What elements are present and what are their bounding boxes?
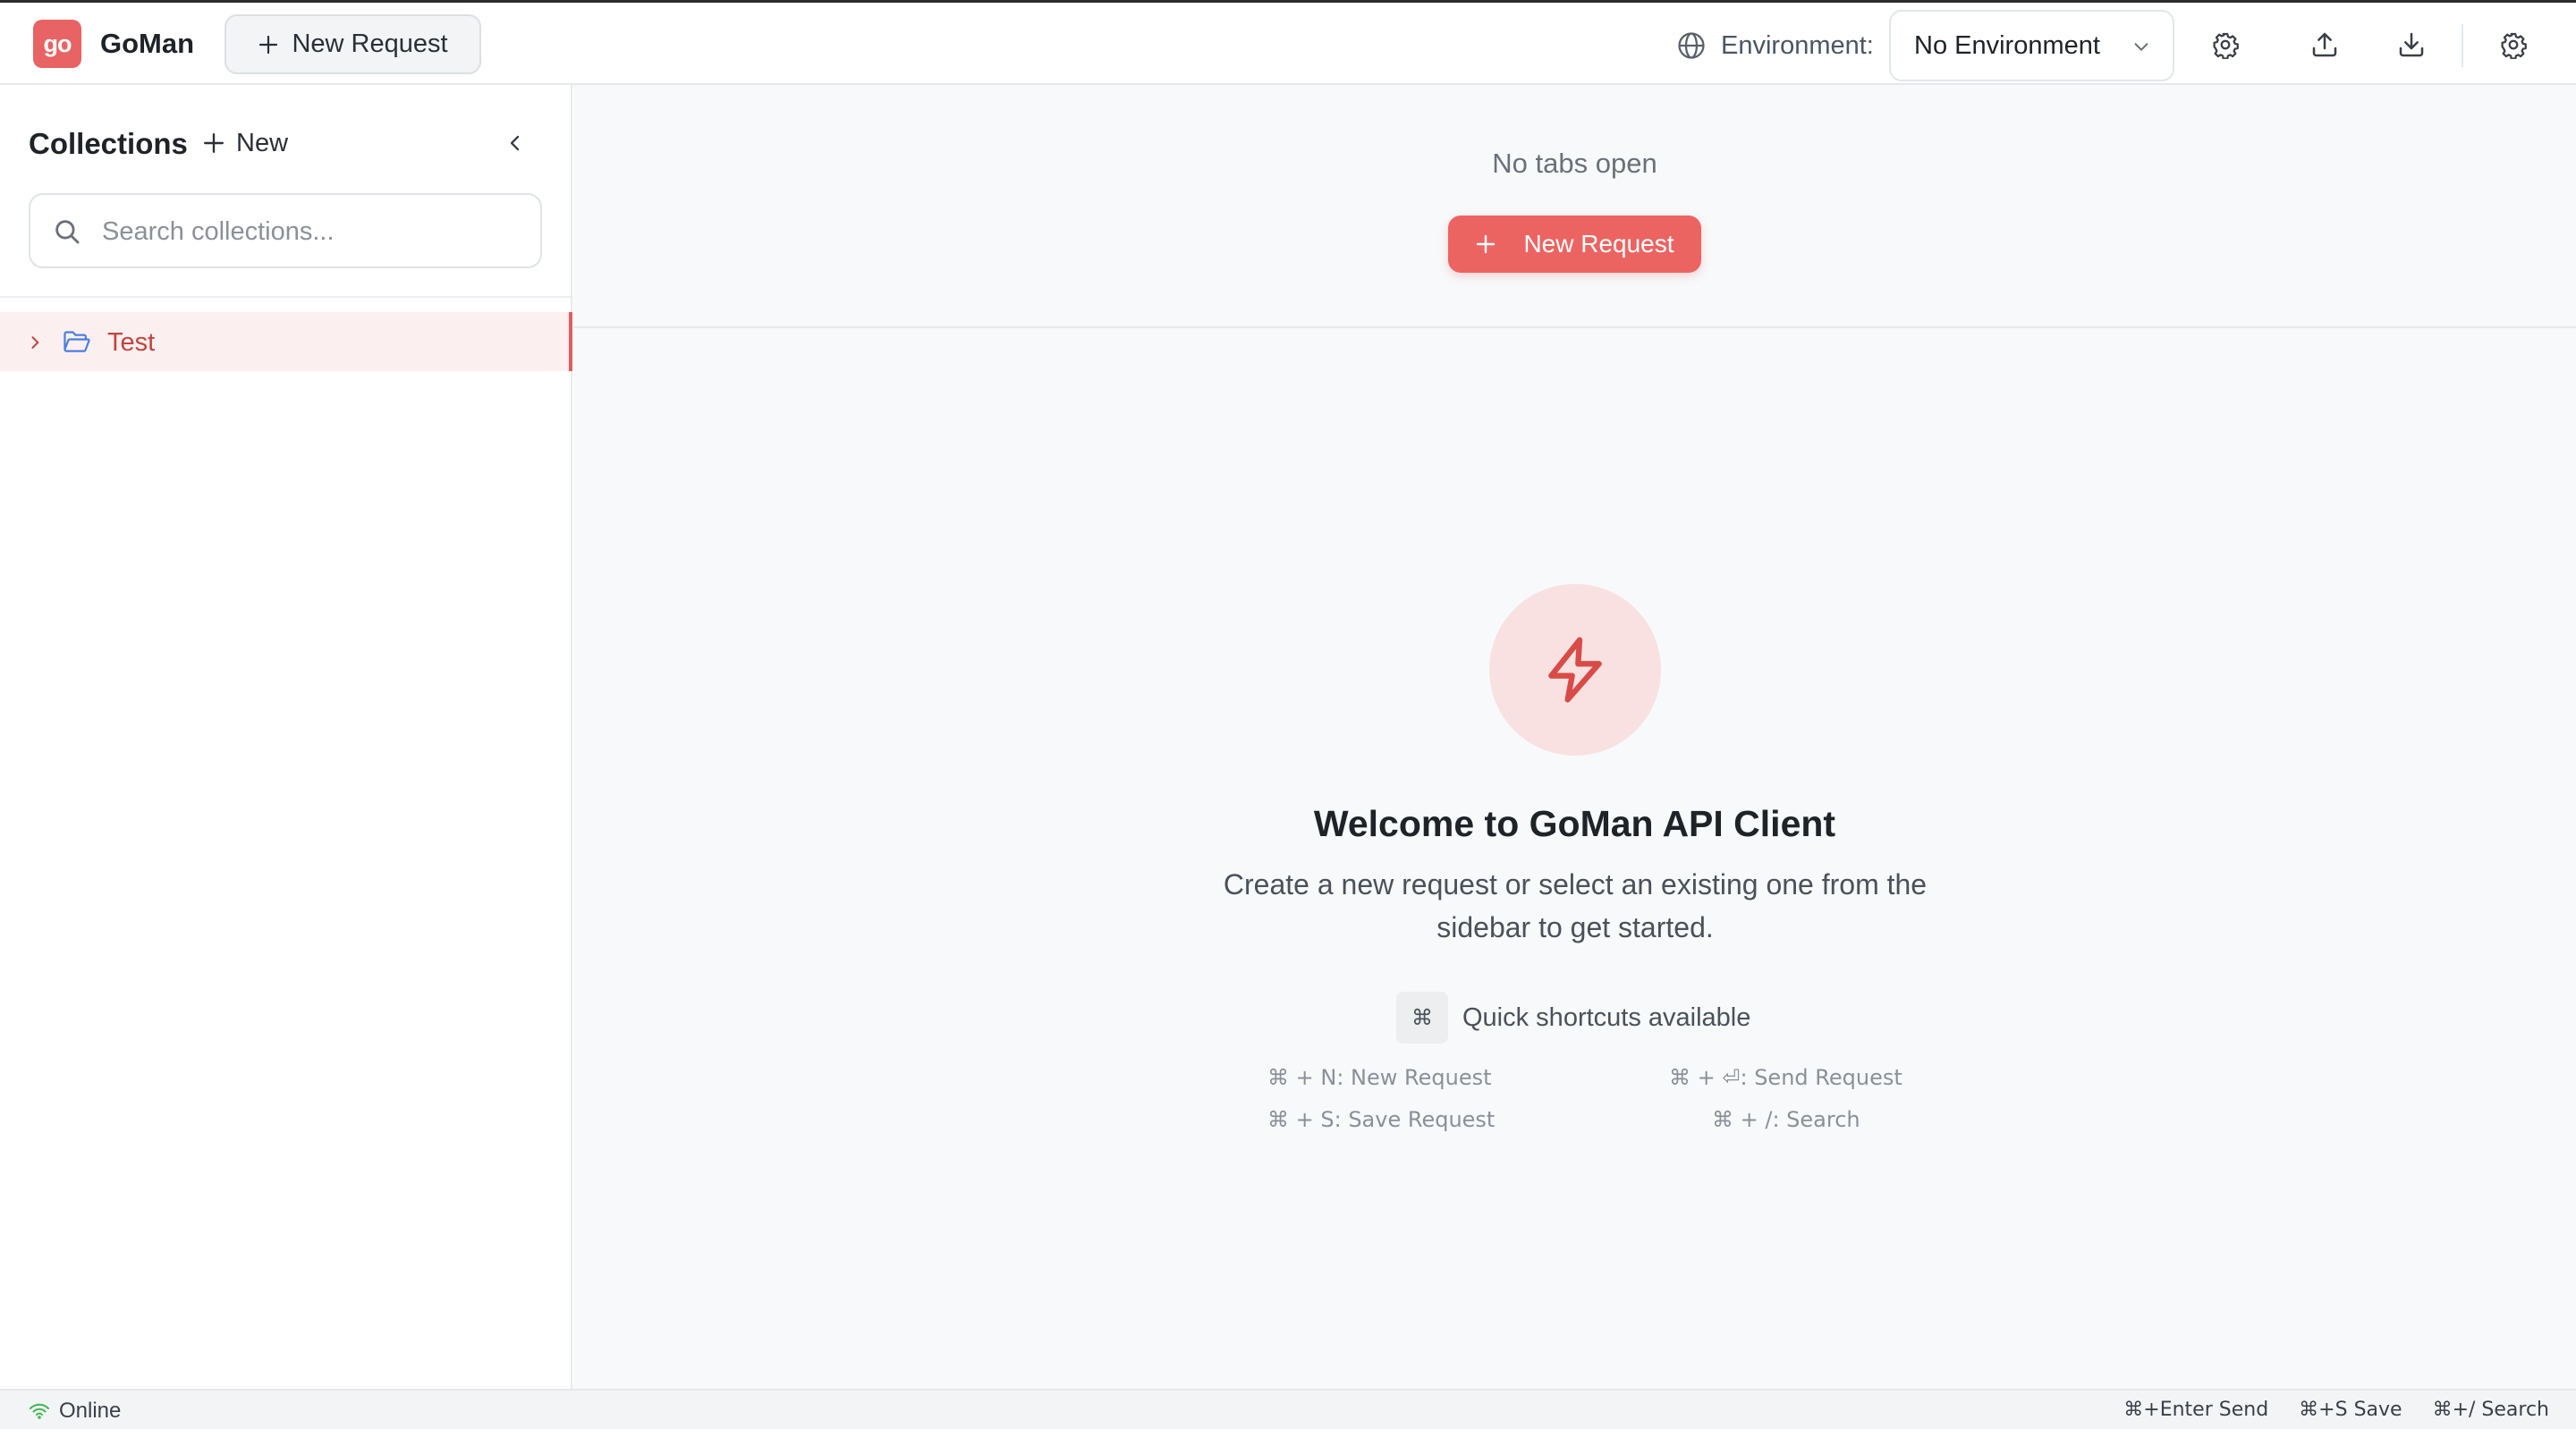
collection-item-test[interactable]: Test xyxy=(0,312,572,371)
export-button[interactable] xyxy=(2308,28,2342,62)
environment-select-value: No Environment xyxy=(1914,30,2100,60)
command-key-icon: ⌘ xyxy=(1396,992,1448,1044)
collections-sidebar: Collections New Test xyxy=(0,85,572,1389)
status-shortcut-search: ⌘+/ Search xyxy=(2432,1399,2549,1421)
status-shortcuts: ⌘+Enter Send ⌘+S Save ⌘+/ Search xyxy=(2123,1399,2549,1424)
main-content: No tabs open New Request Welcome to GoMa… xyxy=(573,85,2576,1389)
new-collection-button[interactable]: New xyxy=(202,127,288,159)
no-tabs-message: No tabs open xyxy=(1492,148,1657,179)
upload-icon xyxy=(2310,30,2339,59)
new-request-button[interactable]: New Request xyxy=(225,14,481,74)
status-shortcut-save: ⌘+S Save xyxy=(2299,1399,2402,1421)
collections-search xyxy=(29,193,542,268)
lightning-bolt-icon xyxy=(1539,632,1611,707)
shortcut-hint: ⌘ Quick shortcuts available xyxy=(1396,992,1750,1044)
connection-status-label: Online xyxy=(59,1399,122,1423)
new-collection-label: New xyxy=(236,128,289,157)
wifi-icon xyxy=(29,1402,50,1420)
welcome-title: Welcome to GoMan API Client xyxy=(1313,803,1836,844)
connection-status: Online xyxy=(29,1399,121,1424)
shortcut-hint-text: Quick shortcuts available xyxy=(1462,1002,1751,1032)
search-icon xyxy=(52,216,82,247)
new-request-button-label: New Request xyxy=(292,30,448,58)
download-icon xyxy=(2397,30,2426,59)
plus-icon xyxy=(1475,233,1496,255)
sidebar-divider xyxy=(0,296,571,298)
welcome-description: Create a new request or select an existi… xyxy=(1191,863,1960,949)
tabs-area: No tabs open New Request xyxy=(573,85,2576,328)
chevron-left-icon xyxy=(504,132,526,154)
environment-select[interactable]: No Environment xyxy=(1889,10,2174,81)
globe-icon xyxy=(1676,30,1707,61)
top-bar: go GoMan New Request Environment: No Env… xyxy=(0,0,2576,85)
status-shortcut-send: ⌘+Enter Send xyxy=(2123,1399,2269,1421)
new-request-primary-button[interactable]: New Request xyxy=(1448,216,1701,273)
shortcut-search: ⌘ + /: Search xyxy=(1712,1107,1860,1132)
plus-icon xyxy=(258,34,279,55)
import-button[interactable] xyxy=(2394,28,2428,62)
app-settings-button[interactable] xyxy=(2496,28,2530,62)
collapse-sidebar-button[interactable] xyxy=(499,127,531,159)
environment-label-group: Environment: xyxy=(1676,30,1874,62)
shortcut-send-request: ⌘ + ⏎: Send Request xyxy=(1669,1065,1902,1090)
environment-label: Environment: xyxy=(1721,30,1874,60)
welcome-description-line: sidebar to get started. xyxy=(1436,911,1714,943)
new-request-primary-label: New Request xyxy=(1523,230,1674,258)
welcome-description-line: Create a new request or select an existi… xyxy=(1223,868,1928,901)
shortcut-save-request: ⌘ + S: Save Request xyxy=(1267,1107,1496,1132)
app-logo: go xyxy=(33,20,81,68)
welcome-badge xyxy=(1489,584,1661,756)
chevron-down-icon xyxy=(2131,37,2151,56)
collection-item-label: Test xyxy=(107,328,156,357)
chevron-right-icon[interactable] xyxy=(26,334,44,351)
settings-icon xyxy=(2499,30,2528,59)
app-name: GoMan xyxy=(100,28,195,59)
status-bar: Online ⌘+Enter Send ⌘+S Save ⌘+/ Search xyxy=(0,1389,2576,1429)
shortcut-new-request: ⌘ + N: New Request xyxy=(1267,1065,1492,1090)
sidebar-title: Collections xyxy=(29,127,188,160)
plus-icon xyxy=(202,131,225,155)
folder-open-icon xyxy=(63,328,91,355)
search-input[interactable] xyxy=(102,211,522,252)
toolbar-divider xyxy=(2462,24,2463,67)
environment-settings-button[interactable] xyxy=(2208,28,2242,62)
logo-text: go xyxy=(43,30,72,57)
gear-icon xyxy=(2211,30,2240,59)
